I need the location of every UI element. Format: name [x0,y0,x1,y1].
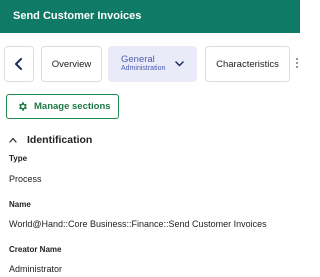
chevron-left-icon [15,58,22,70]
tab-general-label: General [121,53,155,65]
field-label-creator-name: Creator Name [9,245,62,254]
page-title: Send Customer Invoices [13,10,142,22]
field-label-name: Name [9,200,31,209]
tab-bar: Overview General Administration Characte… [0,46,300,82]
field-label-type: Type [9,154,28,163]
more-vertical-icon[interactable] [296,58,300,70]
section-title: Identification [27,134,93,146]
field-value-creator-name: Administrator [9,264,63,274]
tab-general[interactable]: General Administration [108,46,197,82]
back-button[interactable] [4,46,34,82]
field-value-name: World@Hand::Core Business::Finance::Send… [9,219,267,229]
field-value-type: Process [9,174,42,184]
app-header: Send Customer Invoices [0,0,300,33]
tab-overview[interactable]: Overview [41,46,102,82]
manage-sections-label: Manage sections [34,101,111,112]
section-header-identification[interactable]: Identification [9,133,92,147]
manage-sections-button[interactable]: Manage sections [6,94,119,119]
tab-general-sublabel: Administration [121,65,166,73]
chevron-up-icon [9,137,17,143]
tab-characteristics[interactable]: Characteristics [205,46,290,82]
gear-icon [19,102,27,111]
chevron-down-icon [175,61,184,67]
